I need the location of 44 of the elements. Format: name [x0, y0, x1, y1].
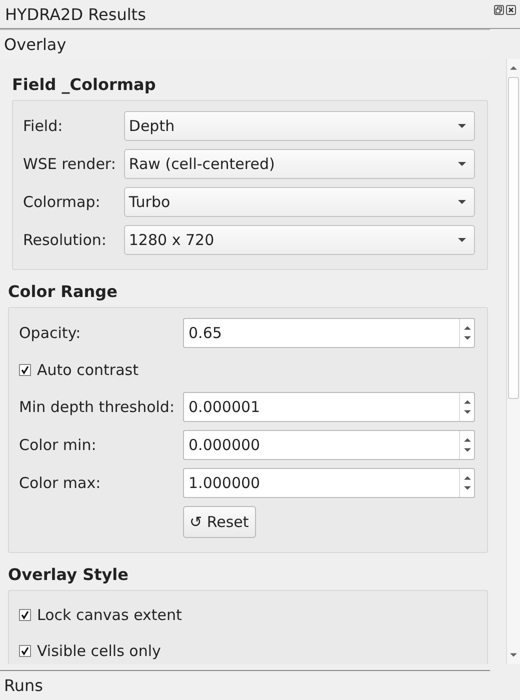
- close-icon[interactable]: [506, 5, 516, 15]
- down-arrow-icon[interactable]: [464, 486, 470, 490]
- spin-box[interactable]: 0.65: [182, 318, 475, 348]
- scroll-up-icon[interactable]: [510, 66, 517, 70]
- up-arrow-icon[interactable]: [464, 400, 470, 404]
- checkbox-label: Auto contrast: [37, 361, 138, 379]
- up-arrow-icon[interactable]: [464, 438, 470, 442]
- scroll-down-icon[interactable]: [510, 653, 517, 657]
- scrollbar[interactable]: [506, 59, 520, 664]
- caret-icon: [458, 238, 466, 242]
- window-title: HYDRA2D Results: [5, 4, 146, 24]
- down-arrow-icon[interactable]: [464, 410, 470, 414]
- section-title: Color Range: [8, 281, 118, 303]
- field-label: Color min:: [19, 436, 98, 454]
- caret-icon: [458, 162, 466, 166]
- field-label: WSE render:: [23, 155, 116, 173]
- dropdown[interactable]: Raw (cell-centered): [124, 149, 475, 179]
- section-title: Overlay Style: [8, 564, 130, 586]
- up-arrow-icon[interactable]: [464, 326, 470, 330]
- float-icon[interactable]: [494, 5, 504, 15]
- down-arrow-icon[interactable]: [464, 448, 470, 452]
- checkbox[interactable]: [19, 609, 31, 621]
- caret-icon: [458, 200, 466, 204]
- spin-box[interactable]: 0.000001: [182, 392, 475, 422]
- field-label: Field:: [23, 117, 64, 135]
- dropdown[interactable]: 1280 x 720: [124, 225, 475, 255]
- up-arrow-icon[interactable]: [464, 476, 470, 480]
- checkbox-label: Lock canvas extent: [37, 606, 182, 624]
- field-label: Opacity:: [19, 324, 82, 342]
- checkbox[interactable]: [19, 364, 31, 376]
- field-label: Min depth threshold:: [19, 398, 175, 416]
- spin-box[interactable]: 0.000000: [182, 430, 475, 460]
- section-title: Field _Colormap: [11, 74, 157, 96]
- caret-icon: [458, 124, 466, 128]
- reset-button[interactable]: ↺ Reset: [182, 506, 256, 538]
- field-label: Resolution:: [23, 231, 108, 249]
- field-label: Colormap:: [23, 193, 102, 211]
- spin-box[interactable]: 1.000000: [182, 468, 475, 498]
- checkbox[interactable]: [19, 645, 31, 657]
- dropdown[interactable]: Turbo: [124, 187, 475, 217]
- dropdown[interactable]: Depth: [124, 111, 475, 141]
- down-arrow-icon[interactable]: [464, 336, 470, 340]
- checkbox-label: Visible cells only: [37, 642, 161, 660]
- field-label: Color max:: [19, 474, 102, 492]
